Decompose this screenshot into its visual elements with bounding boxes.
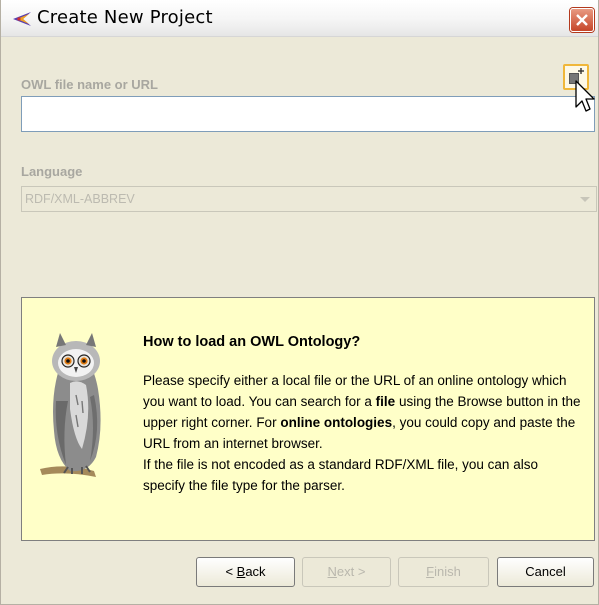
protege-app-icon	[13, 11, 31, 26]
back-label-rest: ack	[245, 564, 266, 579]
finish-button[interactable]: Finish	[398, 557, 489, 587]
back-button[interactable]: < Back	[196, 557, 295, 587]
owl-file-input[interactable]	[21, 96, 595, 132]
back-label-prefix: <	[225, 564, 237, 579]
next-label-mnemonic: N	[327, 564, 337, 579]
owl-file-label: OWL file name or URL	[21, 77, 158, 92]
help-body: Please specify either a local file or th…	[143, 370, 583, 496]
finish-label-mnemonic: F	[426, 564, 435, 579]
close-button[interactable]	[570, 8, 594, 32]
help-title: How to load an OWL Ontology?	[143, 334, 361, 350]
create-project-dialog: Create New Project OWL file name or URL …	[0, 0, 599, 605]
help-bold-file: file	[375, 394, 396, 409]
help-bold-online: online ontologies	[280, 415, 393, 430]
window-title: Create New Project	[37, 7, 213, 28]
language-label: Language	[21, 164, 83, 179]
language-selected-value: RDF/XML-ABBREV	[25, 192, 135, 206]
next-button[interactable]: Next >	[302, 557, 391, 587]
chevron-down-icon	[580, 197, 590, 202]
language-select[interactable]: RDF/XML-ABBREV	[21, 186, 597, 212]
owl-illustration-icon	[40, 333, 101, 477]
next-label-rest: ext >	[336, 564, 366, 579]
close-icon	[576, 14, 588, 26]
mouse-cursor-icon	[575, 80, 595, 112]
finish-label-rest: inish	[434, 564, 461, 579]
help-text-part: If the file is not encoded as a standard…	[143, 457, 538, 493]
title-bar[interactable]: Create New Project	[1, 0, 598, 37]
help-panel: How to load an OWL Ontology? Please spec…	[21, 297, 595, 541]
cancel-button[interactable]: Cancel	[497, 557, 594, 587]
